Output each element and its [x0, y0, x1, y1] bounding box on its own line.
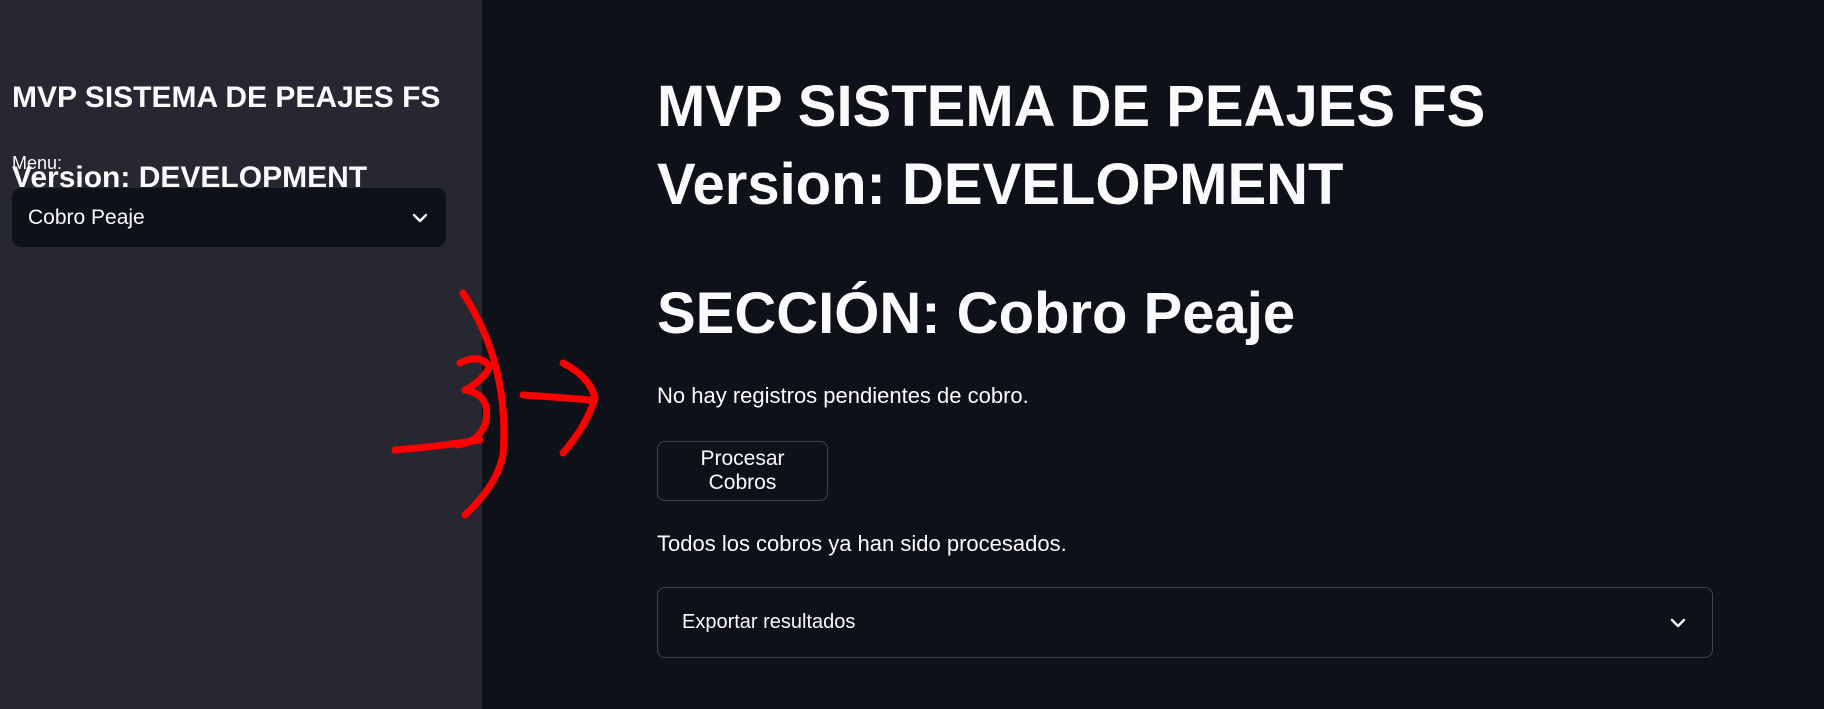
done-message: Todos los cobros ya han sido procesados.	[657, 531, 1067, 556]
app-root: MVP SISTEMA DE PEAJES FS Version: DEVELO…	[0, 0, 1824, 709]
chevron-down-icon	[412, 213, 428, 222]
menu-selected-value: Cobro Peaje	[28, 205, 145, 229]
pending-message: No hay registros pendientes de cobro.	[657, 383, 1029, 408]
export-results-expander[interactable]: Exportar resultados	[657, 587, 1713, 658]
section-title: SECCIÓN: Cobro Peaje	[657, 281, 1296, 346]
main-content: MVP SISTEMA DE PEAJES FS Version: DEVELO…	[482, 0, 1824, 709]
menu-select[interactable]: Cobro Peaje	[12, 188, 446, 247]
process-charges-button[interactable]: Procesar Cobros	[657, 441, 828, 501]
red-annotation-arrow	[391, 289, 599, 519]
chevron-down-icon	[1670, 618, 1686, 627]
sidebar-title-line1: MVP SISTEMA DE PEAJES FS	[12, 81, 441, 114]
page-title: MVP SISTEMA DE PEAJES FS Version: DEVELO…	[657, 74, 1486, 217]
menu-label: Menu:	[12, 153, 63, 173]
expander-label: Exportar resultados	[682, 611, 856, 633]
